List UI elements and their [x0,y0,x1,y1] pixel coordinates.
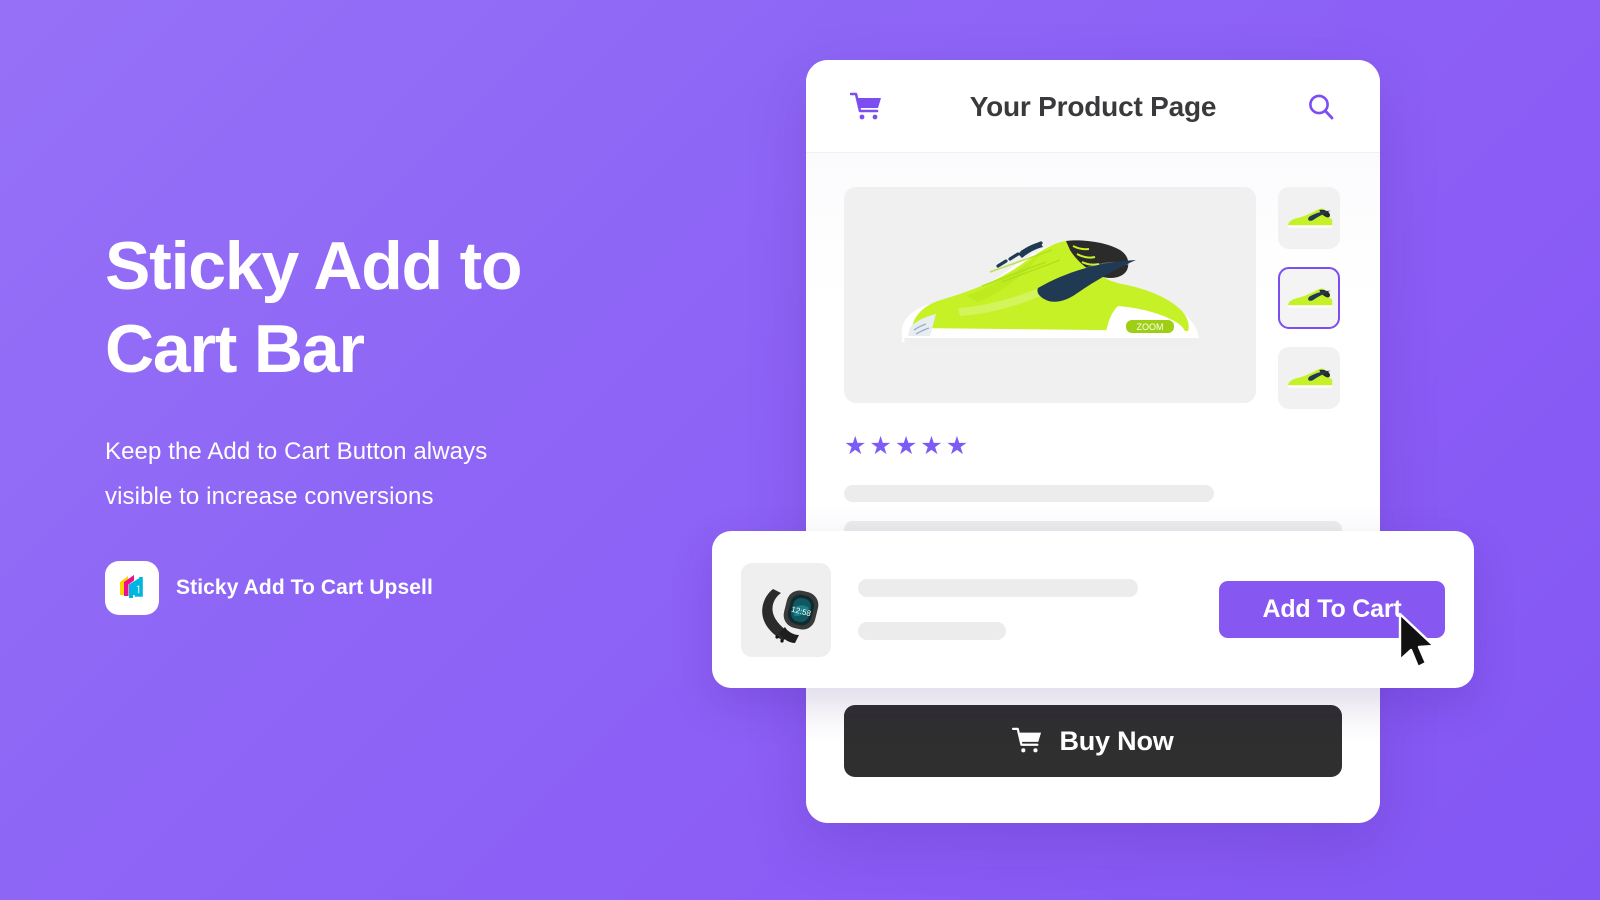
fitness-tracker-icon: 12:58 [762,588,819,643]
star-icon: ★ [945,432,969,460]
star-icon: ★ [869,432,892,460]
thumbnail-list [1278,187,1340,409]
product-page-header: Your Product Page [806,60,1380,153]
product-page-title: Your Product Page [969,90,1217,122]
promo-subtitle: Keep the Add to Cart Button always visib… [105,437,488,511]
shopping-cart-icon [1012,727,1042,753]
buy-now-label: Buy Now [1059,725,1174,756]
product-gallery: ZOOM [844,187,1342,409]
placeholder-line [858,579,1138,597]
shoe-thumbnail-icon [1288,288,1333,308]
promo-panel: Sticky Add to Cart Bar Keep the Add to C… [105,225,725,616]
brand-lockup: Sticky Add To Cart Upsell [105,561,725,616]
thumbnail-1[interactable] [1278,187,1340,249]
sticky-product-thumbnail[interactable]: 12:58 [741,562,831,657]
sticky-placeholder-lines [858,579,1192,640]
product-hero-image[interactable]: ZOOM [844,187,1256,403]
app-logo [105,561,159,616]
star-icon: ★ [844,432,867,460]
shoe-illustration-icon: ZOOM [901,240,1200,346]
shopping-cart-icon[interactable] [850,92,884,122]
mouse-pointer-icon [1398,612,1436,669]
svg-text:ZOOM: ZOOM [1137,322,1164,332]
search-icon[interactable] [1306,92,1336,122]
app-name: Sticky Add To Cart Upsell [176,575,433,599]
product-page-body: ZOOM ★ ★ ★ ★ ★ Buy Now [806,153,1380,823]
sticky-add-to-cart-bar: 12:58 Add To Cart [712,531,1474,688]
star-rating: ★ ★ ★ ★ ★ [844,434,1342,459]
shoe-thumbnail-icon [1288,368,1333,388]
star-icon: ★ [894,432,918,460]
add-to-cart-label: Add To Cart [1262,595,1402,623]
star-icon: ★ [920,432,943,460]
shoe-thumbnail-icon [1288,208,1333,228]
thumbnail-3[interactable] [1278,347,1340,409]
product-page-card: Your Product Page ZOOM ★ ★ ★ ★ ★ Buy Now [806,60,1380,823]
layered-brackets-logo-icon [120,575,143,599]
placeholder-line [844,485,1214,502]
thumbnail-2[interactable] [1278,267,1340,329]
page-title: Sticky Add to Cart Bar [105,228,523,387]
placeholder-line [858,622,1006,640]
buy-now-button[interactable]: Buy Now [844,705,1342,777]
